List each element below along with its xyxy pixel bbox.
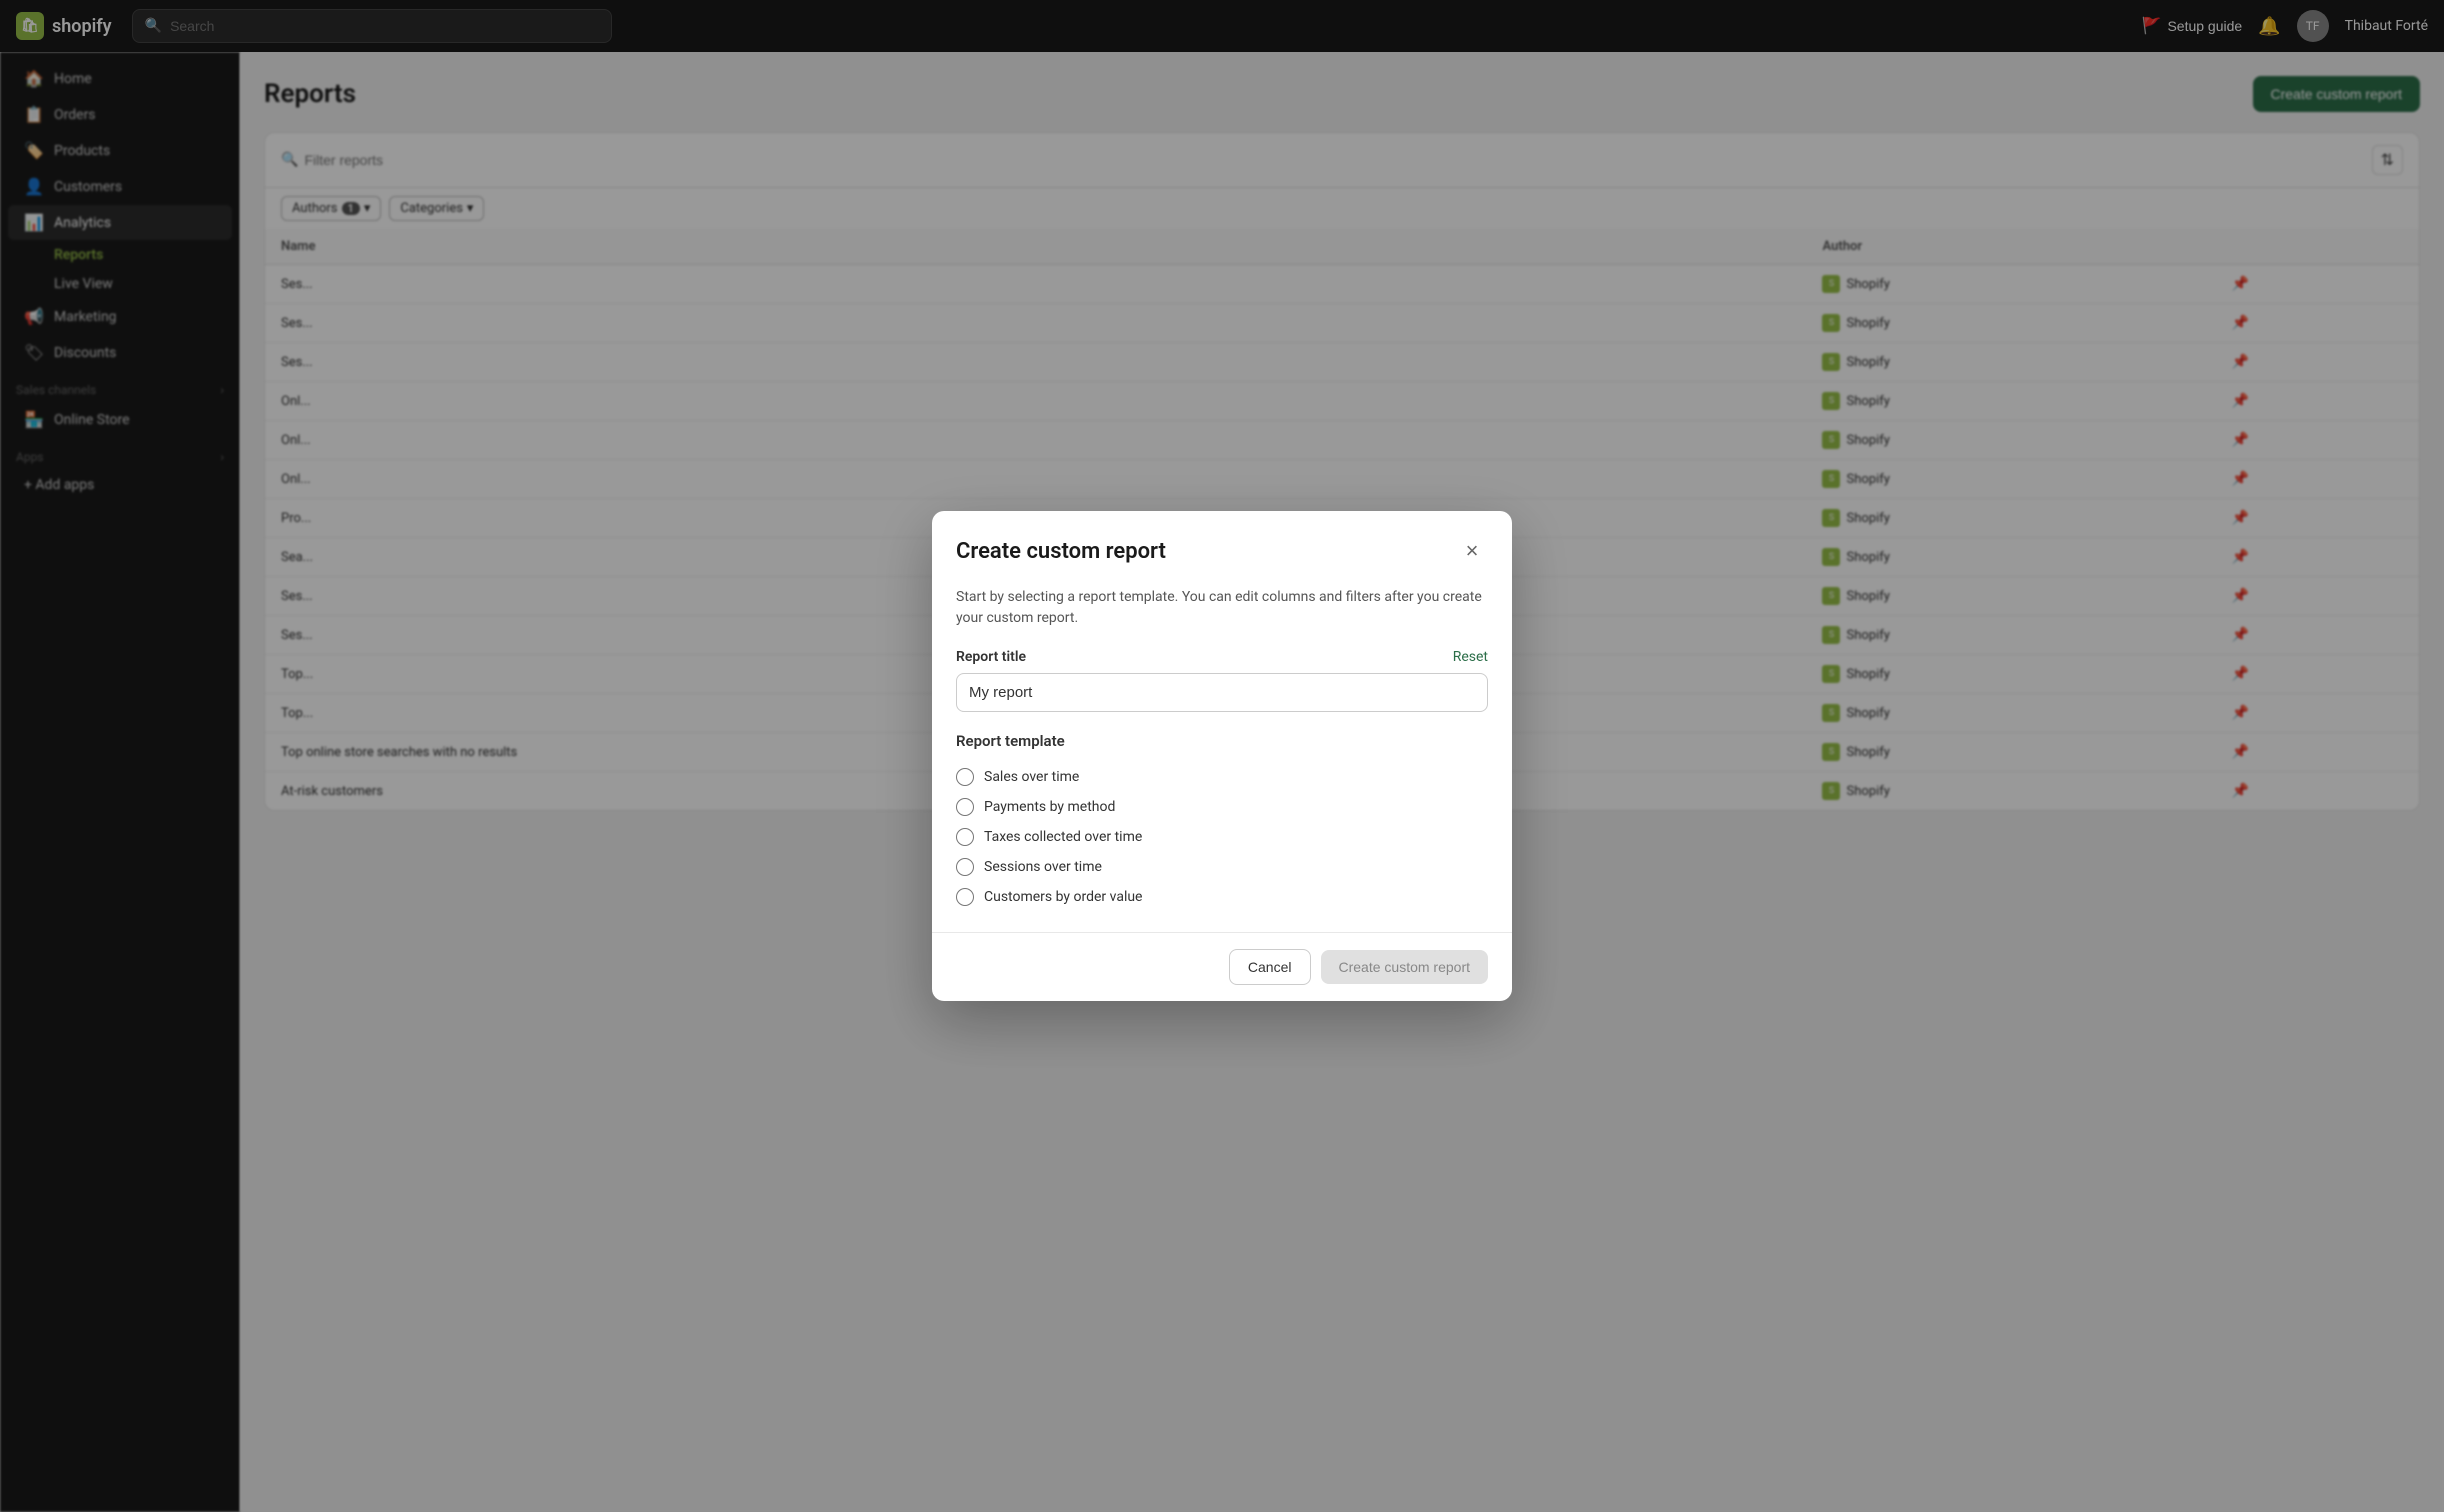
- template-label-customers-by-order-value: Customers by order value: [984, 889, 1142, 905]
- modal-body: Start by selecting a report template. Yo…: [932, 567, 1512, 932]
- reset-link[interactable]: Reset: [1453, 649, 1488, 665]
- template-label-payments-by-method: Payments by method: [984, 799, 1115, 815]
- radio-sessions-over-time[interactable]: [956, 858, 974, 876]
- radio-taxes-collected-over-time[interactable]: [956, 828, 974, 846]
- radio-sales-over-time[interactable]: [956, 768, 974, 786]
- report-template-label: Report template: [956, 732, 1488, 750]
- modal-header: Create custom report ×: [932, 511, 1512, 567]
- template-label-sessions-over-time: Sessions over time: [984, 859, 1102, 875]
- create-report-modal: Create custom report × Start by selectin…: [932, 511, 1512, 1001]
- template-option-sessions-over-time[interactable]: Sessions over time: [956, 852, 1488, 882]
- template-label-sales-over-time: Sales over time: [984, 769, 1079, 785]
- template-option-sales-over-time[interactable]: Sales over time: [956, 762, 1488, 792]
- radio-customers-by-order-value[interactable]: [956, 888, 974, 906]
- template-option-customers-by-order-value[interactable]: Customers by order value: [956, 882, 1488, 912]
- report-title-label: Report title: [956, 649, 1026, 665]
- modal-close-button[interactable]: ×: [1456, 535, 1488, 567]
- report-title-input[interactable]: [956, 673, 1488, 712]
- template-options: Sales over time Payments by method Taxes…: [956, 762, 1488, 912]
- modal-description: Start by selecting a report template. Yo…: [956, 587, 1488, 629]
- template-option-payments-by-method[interactable]: Payments by method: [956, 792, 1488, 822]
- report-title-field-header: Report title Reset: [956, 649, 1488, 665]
- template-option-taxes-collected-over-time[interactable]: Taxes collected over time: [956, 822, 1488, 852]
- create-custom-report-submit-button: Create custom report: [1321, 950, 1489, 984]
- modal-footer: Cancel Create custom report: [932, 932, 1512, 1001]
- modal-title: Create custom report: [956, 539, 1166, 564]
- modal-overlay[interactable]: Create custom report × Start by selectin…: [0, 0, 2444, 1512]
- radio-payments-by-method[interactable]: [956, 798, 974, 816]
- close-icon: ×: [1466, 538, 1479, 564]
- cancel-button[interactable]: Cancel: [1229, 949, 1311, 985]
- template-label-taxes-collected-over-time: Taxes collected over time: [984, 829, 1142, 845]
